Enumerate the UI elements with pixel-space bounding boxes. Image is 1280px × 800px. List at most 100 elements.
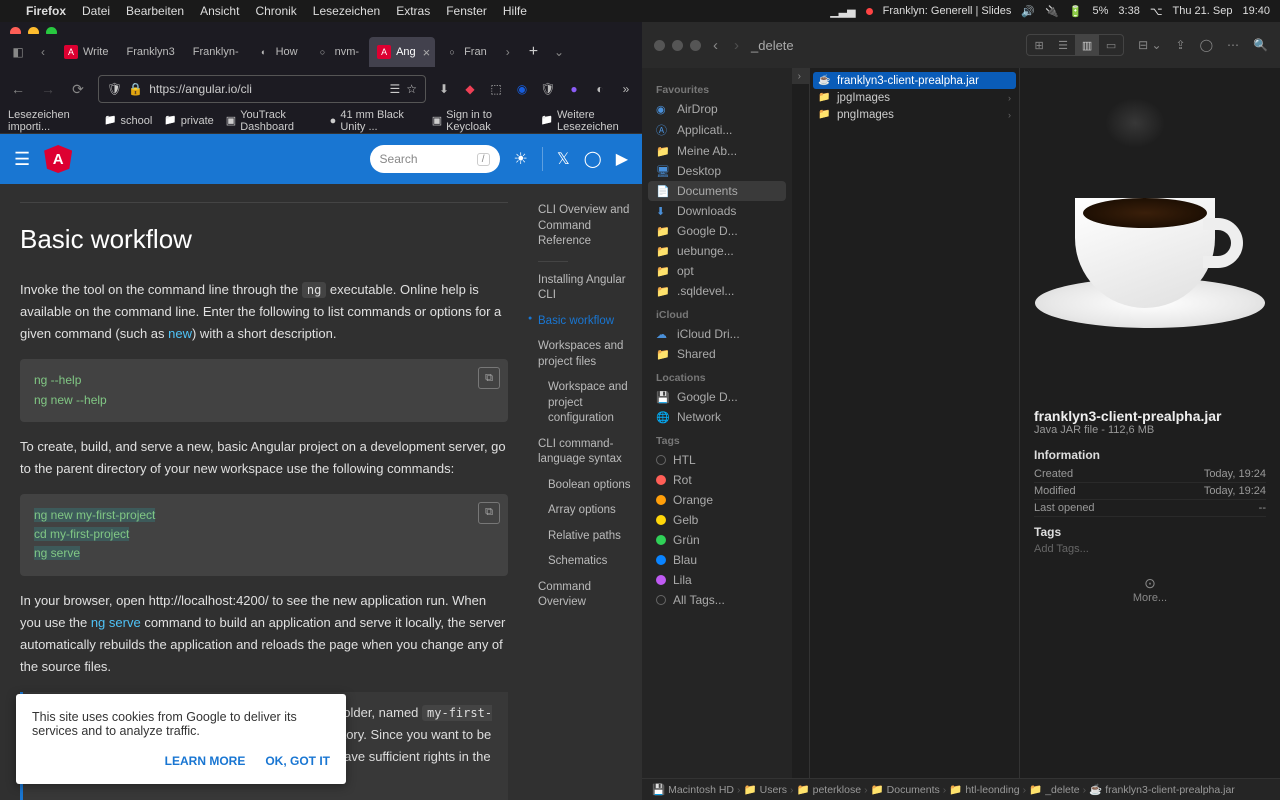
tab-0[interactable]: AWrite xyxy=(56,37,116,67)
new-tab-button[interactable]: + xyxy=(521,43,546,61)
bookmark-import[interactable]: Lesezeichen importi... xyxy=(8,109,92,133)
menu-bearbeiten[interactable]: Bearbeiten xyxy=(126,4,184,18)
sidebar-toggle-icon[interactable]: ◧ xyxy=(6,40,30,64)
tab-5[interactable]: ○Fran xyxy=(437,37,495,67)
nav-back[interactable]: ‹ xyxy=(713,37,718,54)
tab-4[interactable]: ○nvm- xyxy=(308,37,367,67)
search-input[interactable]: Search / xyxy=(370,145,500,173)
sidebar-shared[interactable]: 📁Shared xyxy=(642,344,792,364)
extension-shield[interactable]: 🛡 xyxy=(540,81,556,97)
learn-more-button[interactable]: LEARN MORE xyxy=(165,754,246,768)
pocket-icon[interactable]: ◆ xyxy=(462,81,478,97)
github-icon[interactable]: ◯ xyxy=(584,149,602,169)
sidebar-opt[interactable]: 📁opt xyxy=(642,261,792,281)
reload-button[interactable]: ⟳ xyxy=(68,81,88,98)
folder-jpg[interactable]: 📁 jpgImages › xyxy=(810,89,1019,106)
view-gallery[interactable]: ▭ xyxy=(1099,35,1123,55)
sidebar-meine[interactable]: 📁Meine Ab... xyxy=(642,141,792,161)
toc-item[interactable]: Relative paths xyxy=(538,524,636,550)
toc-item[interactable]: Workspaces and project files xyxy=(538,334,636,375)
more-button[interactable]: ⊙ More... xyxy=(1034,575,1266,604)
bookmark-school[interactable]: school xyxy=(104,115,152,127)
sidebar-tag[interactable]: Grün xyxy=(642,530,792,550)
sidebar-tag[interactable]: Gelb xyxy=(642,510,792,530)
sidebar-uebunge[interactable]: 📁uebunge... xyxy=(642,241,792,261)
sidebar-network[interactable]: 🌐Network xyxy=(642,407,792,427)
menubar-clock[interactable]: 19:40 xyxy=(1242,5,1270,17)
toc-item[interactable]: Command Overview xyxy=(538,575,636,616)
toc-item[interactable]: Installing Angular CLI xyxy=(538,268,636,309)
reader-icon[interactable]: ☰ xyxy=(389,82,400,96)
speaker-icon[interactable]: 🔊 xyxy=(1021,5,1035,18)
menu-datei[interactable]: Datei xyxy=(82,4,110,18)
view-column[interactable]: ▥ xyxy=(1075,35,1099,55)
share-icon[interactable]: ⇪ xyxy=(1176,38,1186,52)
overflow-icon[interactable]: » xyxy=(618,81,634,97)
sidebar-google-loc[interactable]: 💾Google D... xyxy=(642,387,792,407)
sidebar-downloads[interactable]: ⬇Downloads xyxy=(642,201,792,221)
folder-png[interactable]: 📁 pngImages › xyxy=(810,106,1019,123)
tab-list-button[interactable]: ⌄ xyxy=(548,45,570,59)
bookmark-star-icon[interactable]: ☆ xyxy=(406,82,417,96)
toc-item[interactable]: Array options xyxy=(538,498,636,524)
toc-item[interactable]: Boolean options xyxy=(538,473,636,499)
status-graph-icon[interactable]: ▁▃▅ xyxy=(830,5,855,18)
bookmark-more[interactable]: Weitere Lesezeichen xyxy=(541,109,634,133)
tab-1[interactable]: Franklyn3 xyxy=(118,37,182,67)
search-icon[interactable]: 🔍 xyxy=(1253,38,1268,52)
path-delete[interactable]: 📁 _delete xyxy=(1029,783,1080,796)
bookmark-youtrack[interactable]: ▣ YouTrack Dashboard xyxy=(226,109,318,133)
copy-button[interactable]: ⧉ xyxy=(478,502,500,524)
toc-item-active[interactable]: Basic workflow xyxy=(538,309,636,335)
sidebar-applications[interactable]: ⒶApplicati... xyxy=(642,119,792,141)
tab-scroll-right[interactable]: › xyxy=(497,45,519,59)
angular-logo[interactable]: A xyxy=(44,145,72,173)
view-list[interactable]: ☰ xyxy=(1051,35,1075,55)
account-icon[interactable]: ◐ xyxy=(592,81,608,97)
sidebar-desktop[interactable]: 🖥Desktop xyxy=(642,161,792,181)
sidebar-tag[interactable]: Blau xyxy=(642,550,792,570)
extension-bitwarden[interactable]: ◉ xyxy=(514,81,530,97)
toc-item[interactable]: CLI command-language syntax xyxy=(538,432,636,473)
control-center-icon[interactable]: ⌥ xyxy=(1150,5,1163,18)
download-icon[interactable]: ⬇ xyxy=(436,81,452,97)
menu-icon[interactable]: ☰ xyxy=(14,149,30,170)
sidebar-tag[interactable]: Rot xyxy=(642,470,792,490)
column-chevron[interactable]: › xyxy=(792,68,809,84)
sidebar-tag[interactable]: Orange xyxy=(642,490,792,510)
tab-scroll-left[interactable]: ‹ xyxy=(32,45,54,59)
sidebar-airdrop[interactable]: ◉AirDrop xyxy=(642,99,792,119)
battery-icon[interactable]: 🔋 xyxy=(1069,5,1083,18)
menu-extras[interactable]: Extras xyxy=(396,4,430,18)
toc-item[interactable]: Workspace and project configuration xyxy=(538,375,636,432)
view-icon[interactable]: ⊞ xyxy=(1027,35,1051,55)
shield-icon[interactable]: 🛡 xyxy=(107,82,122,96)
extension-icon[interactable]: ⬚ xyxy=(488,81,504,97)
lock-icon[interactable]: 🔒 xyxy=(128,82,143,96)
sidebar-documents[interactable]: 📄Documents xyxy=(648,181,786,201)
path-htl[interactable]: 📁 htl-leonding xyxy=(949,783,1019,796)
status-user-text[interactable]: Franklyn: Generell | Slides xyxy=(883,5,1012,17)
back-button[interactable]: ← xyxy=(8,81,28,97)
twitter-icon[interactable]: 𝕏 xyxy=(557,149,570,169)
nav-forward[interactable]: › xyxy=(734,37,739,54)
menu-ansicht[interactable]: Ansicht xyxy=(200,4,239,18)
menubar-date[interactable]: Thu 21. Sep xyxy=(1173,5,1233,17)
path-users[interactable]: 📁 Users xyxy=(744,783,788,796)
add-tags-input[interactable]: Add Tags... xyxy=(1034,543,1266,555)
maximize-window[interactable] xyxy=(690,40,701,51)
minimize-window[interactable] xyxy=(672,40,683,51)
link-ng-serve[interactable]: ng serve xyxy=(91,615,141,630)
recording-indicator[interactable] xyxy=(866,8,873,15)
path-file[interactable]: ☕ franklyn3-client-prealpha.jar xyxy=(1089,783,1235,796)
tab-active[interactable]: AAng× xyxy=(369,37,435,67)
action-icon[interactable]: ⋯ xyxy=(1227,38,1239,52)
copy-button[interactable]: ⧉ xyxy=(478,367,500,389)
path-peterklose[interactable]: 📁 peterklose xyxy=(797,783,862,796)
plug-icon[interactable]: 🔌 xyxy=(1045,5,1059,18)
sidebar-sqldevel[interactable]: 📁.sqldevel... xyxy=(642,281,792,301)
tab-2[interactable]: Franklyn- xyxy=(185,37,247,67)
link-new[interactable]: new xyxy=(168,326,192,341)
app-name[interactable]: Firefox xyxy=(26,4,66,18)
extension-purple[interactable]: ● xyxy=(566,81,582,97)
